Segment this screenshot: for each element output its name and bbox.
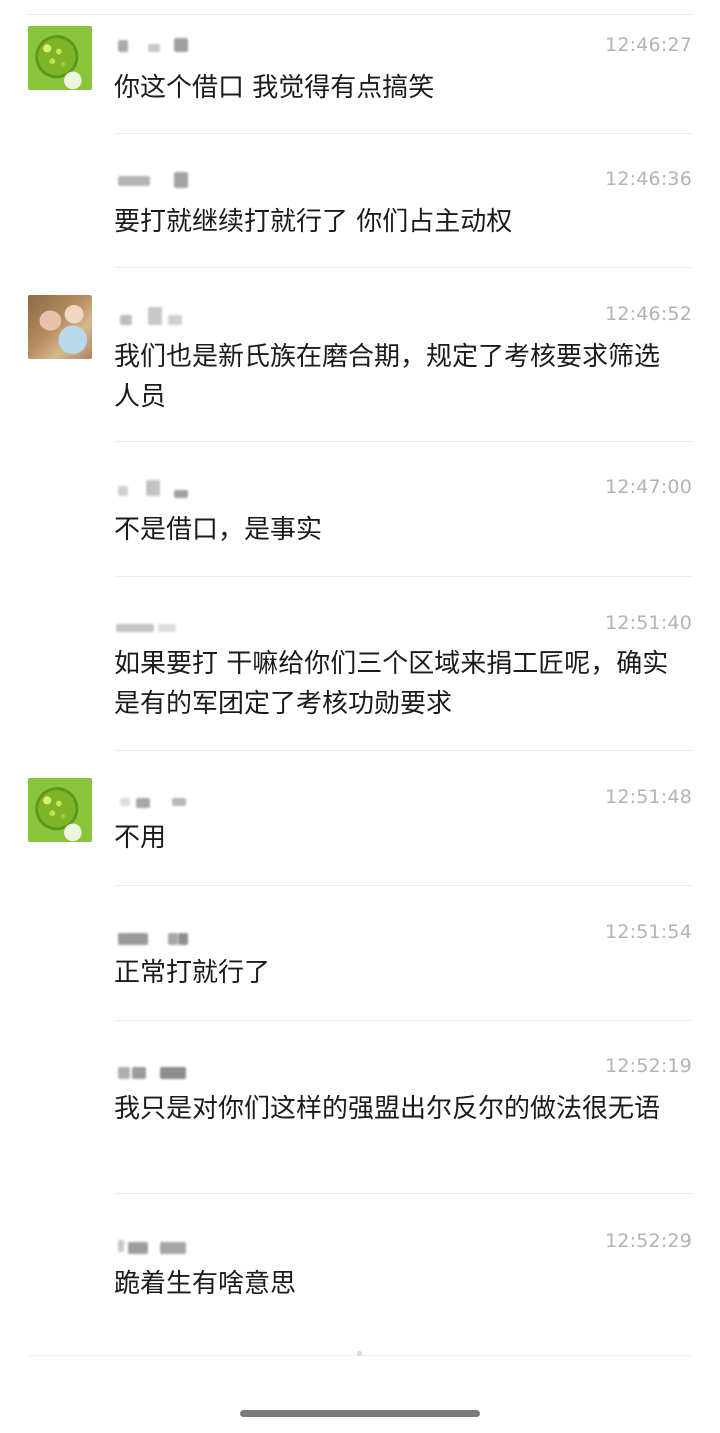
chat-history-list[interactable]: 12:46:27 你这个借口 我觉得有点搞笑 12:46:36 要打就继续打就行… bbox=[0, 0, 720, 1433]
chat-message[interactable]: 12:51:48 不用 bbox=[0, 768, 720, 886]
message-text: 如果要打 干嘛给你们三个区域来捐工匠呢，确实是有的军团定了考核功勋要求 bbox=[114, 649, 669, 719]
message-divider bbox=[114, 133, 692, 134]
chat-message[interactable]: 12:52:29 跪着生有啥意思 bbox=[0, 1212, 720, 1330]
sender-name-redacted bbox=[114, 1057, 204, 1079]
scroll-indicator-dot bbox=[357, 1351, 362, 1356]
sender-name-redacted bbox=[114, 788, 204, 808]
message-time: 12:47:00 bbox=[605, 476, 692, 498]
chat-message[interactable]: 12:51:40 如果要打 干嘛给你们三个区域来捐工匠呢，确实是有的军团定了考核… bbox=[0, 594, 720, 752]
photo-avatar[interactable] bbox=[28, 295, 92, 359]
message-divider bbox=[114, 750, 692, 751]
message-divider bbox=[114, 885, 692, 886]
message-divider bbox=[114, 267, 692, 268]
sender-name-redacted bbox=[114, 305, 204, 325]
message-time: 12:51:40 bbox=[605, 612, 692, 634]
chat-message[interactable]: 12:51:54 正常打就行了 bbox=[0, 903, 720, 1021]
message-time: 12:46:36 bbox=[605, 168, 692, 190]
message-divider bbox=[114, 576, 692, 577]
message-text: 你这个借口 我觉得有点搞笑 bbox=[114, 73, 435, 103]
message-time: 12:51:54 bbox=[605, 921, 692, 943]
message-time: 12:46:27 bbox=[605, 34, 692, 56]
sender-name-redacted bbox=[114, 478, 204, 498]
chat-message[interactable]: 12:46:27 你这个借口 我觉得有点搞笑 bbox=[0, 16, 720, 134]
leaf-avatar[interactable] bbox=[28, 778, 92, 842]
chat-message[interactable]: 12:46:52 我们也是新氏族在磨合期，规定了考核要求筛选人员 bbox=[0, 285, 720, 443]
message-text: 我只是对你们这样的强盟出尔反尔的做法很无语 bbox=[114, 1094, 661, 1124]
message-divider bbox=[114, 1193, 692, 1194]
message-text: 我们也是新氏族在磨合期，规定了考核要求筛选人员 bbox=[114, 342, 661, 412]
message-text: 跪着生有啥意思 bbox=[114, 1269, 297, 1299]
message-text: 要打就继续打就行了 你们占主动权 bbox=[114, 207, 513, 237]
message-divider bbox=[114, 441, 692, 442]
sender-name-redacted bbox=[114, 923, 204, 945]
message-text: 不是借口，是事实 bbox=[114, 515, 323, 545]
sender-name-redacted bbox=[114, 614, 204, 632]
sender-name-redacted bbox=[114, 170, 204, 188]
message-time: 12:52:19 bbox=[605, 1055, 692, 1077]
message-text: 正常打就行了 bbox=[114, 958, 271, 988]
sender-name-redacted bbox=[114, 1232, 204, 1254]
top-divider bbox=[28, 14, 692, 15]
message-time: 12:46:52 bbox=[605, 303, 692, 325]
leaf-avatar[interactable] bbox=[28, 26, 92, 90]
chat-message[interactable]: 12:47:00 不是借口，是事实 bbox=[0, 458, 720, 576]
sender-name-redacted bbox=[114, 36, 204, 54]
chat-message[interactable]: 12:52:19 我只是对你们这样的强盟出尔反尔的做法很无语 bbox=[0, 1037, 720, 1195]
message-divider bbox=[114, 1020, 692, 1021]
chat-message[interactable]: 12:46:36 要打就继续打就行了 你们占主动权 bbox=[0, 150, 720, 268]
message-time: 12:52:29 bbox=[605, 1230, 692, 1252]
home-indicator-bar[interactable] bbox=[240, 1410, 480, 1417]
message-time: 12:51:48 bbox=[605, 786, 692, 808]
message-text: 不用 bbox=[114, 823, 167, 853]
